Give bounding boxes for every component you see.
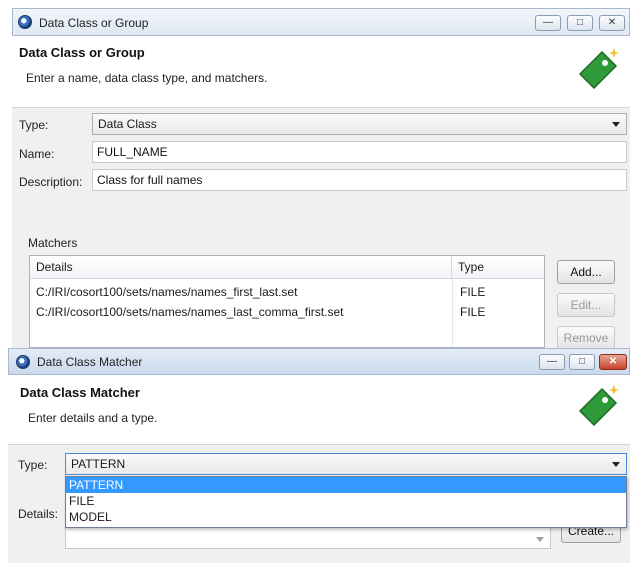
window2-titlebar[interactable]: Data Class Matcher — □ ✕ [8,348,630,375]
table-row[interactable]: C:/IRI/cosort100/sets/names/names_last_c… [30,302,544,322]
window1-header: Data Class or Group Enter a name, data c… [12,36,630,108]
window1-title: Data Class or Group [39,16,149,30]
window2-header-desc: Enter details and a type. [28,411,158,425]
window1-header-desc: Enter a name, data class type, and match… [26,71,268,85]
row-details: C:/IRI/cosort100/sets/names/names_first_… [36,285,298,299]
type-select-value: Data Class [98,117,157,131]
chevron-down-icon [612,122,620,127]
window2-header: Data Class Matcher Enter details and a t… [8,375,630,445]
column-divider [452,279,453,347]
option-model[interactable]: MODEL [66,509,626,525]
maximize-icon[interactable]: □ [569,354,595,370]
close-icon[interactable]: ✕ [599,15,625,31]
app-icon [16,355,30,369]
chevron-down-icon[interactable] [536,537,544,542]
app-icon [18,15,32,29]
window1-body: Type: Data Class Name: FULL_NAME Descrip… [12,108,630,350]
description-field[interactable]: Class for full names [92,169,627,191]
window2-title: Data Class Matcher [37,355,143,369]
window1-header-title: Data Class or Group [19,45,145,60]
matchers-group-label: Matchers [28,236,78,250]
type-label: Type: [19,118,49,132]
details-label: Details: [18,507,59,521]
option-file[interactable]: FILE [66,493,626,509]
row-details: C:/IRI/cosort100/sets/names/names_last_c… [36,305,344,319]
window-data-class-or-group: Data Class or Group — □ ✕ Data Class or … [12,8,630,350]
window-data-class-matcher: Data Class Matcher — □ ✕ Data Class Matc… [8,348,630,563]
name-label: Name: [19,147,55,161]
row-type: FILE [460,305,486,319]
column-header-details[interactable]: Details [30,256,452,279]
matcher-type-label: Type: [18,458,48,472]
matcher-type-dropdown[interactable]: PATTERN FILE MODEL [65,476,627,528]
matcher-type-value: PATTERN [71,457,126,471]
edit-button[interactable]: Edit... [557,293,615,317]
matchers-table[interactable]: Details Type C:/IRI/cosort100/sets/names… [29,255,545,348]
matcher-type-select[interactable]: PATTERN [65,453,627,475]
option-pattern[interactable]: PATTERN [66,477,626,493]
column-header-type[interactable]: Type [452,256,544,279]
description-label: Description: [19,175,83,189]
add-button[interactable]: Add... [557,260,615,284]
table-row[interactable]: C:/IRI/cosort100/sets/names/names_first_… [30,282,544,302]
minimize-icon[interactable]: — [539,354,565,370]
tag-icon [578,48,619,90]
minimize-icon[interactable]: — [535,15,561,31]
remove-button[interactable]: Remove [557,326,615,350]
row-type: FILE [460,285,486,299]
tag-icon [578,385,619,427]
name-field[interactable]: FULL_NAME [92,141,627,163]
close-icon[interactable]: ✕ [599,354,627,370]
maximize-icon[interactable]: □ [567,15,593,31]
window1-titlebar[interactable]: Data Class or Group — □ ✕ [12,8,630,36]
chevron-down-icon [612,462,620,467]
window2-body: Type: PATTERN Details: Create... PATTERN… [8,445,630,563]
window2-header-title: Data Class Matcher [20,385,140,400]
type-select[interactable]: Data Class [92,113,627,135]
